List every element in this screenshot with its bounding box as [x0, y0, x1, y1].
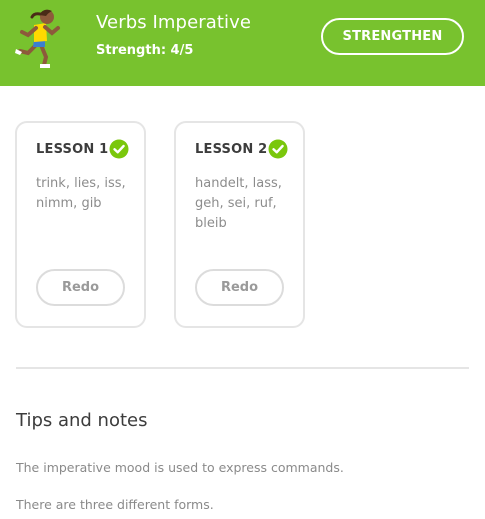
skill-page: Verbs Imperative Strength: 4/5 STRENGTHE… — [0, 0, 485, 519]
tips-paragraph: There are three different forms. — [16, 497, 214, 512]
redo-button[interactable]: Redo — [195, 269, 284, 306]
lesson-words: trink, lies, iss, nimm, gib — [36, 176, 126, 211]
section-divider — [16, 367, 469, 369]
lesson-title: LESSON 2 — [195, 142, 268, 157]
lesson-title-row: LESSON 2 — [195, 139, 288, 159]
lesson-card[interactable]: LESSON 1 trink, lies, iss, nimm, gib Red… — [15, 121, 146, 328]
skill-strength: Strength: 4/5 — [96, 43, 194, 58]
skill-header: Verbs Imperative Strength: 4/5 STRENGTHE… — [0, 0, 485, 86]
check-icon — [268, 139, 288, 159]
skill-title: Verbs Imperative — [96, 12, 252, 33]
lesson-card[interactable]: LESSON 2 handelt, lass, geh, sei, ruf, b… — [174, 121, 305, 328]
tips-title: Tips and notes — [16, 410, 148, 431]
lesson-title: LESSON 1 — [36, 142, 109, 157]
runner-icon — [15, 9, 60, 68]
redo-button[interactable]: Redo — [36, 269, 125, 306]
strengthen-button[interactable]: STRENGTHEN — [321, 18, 464, 55]
tips-paragraph: The imperative mood is used to express c… — [16, 460, 344, 475]
check-icon — [109, 139, 129, 159]
lesson-title-row: LESSON 1 — [36, 139, 129, 159]
lesson-words: handelt, lass, geh, sei, ruf, bleib — [195, 176, 282, 231]
